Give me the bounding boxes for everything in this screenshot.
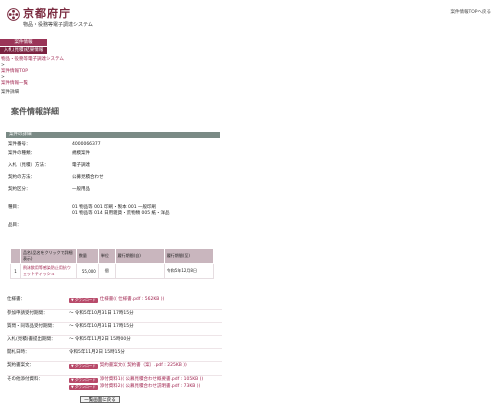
species-value: 01 物品等 014 日用雑貨・荒物類 005 紙・洋品 bbox=[72, 211, 170, 216]
deadline-value: 令和5年11月2日 15時15分 bbox=[69, 350, 125, 355]
contract-file-link[interactable]: 契約書案文(( 契約書（案）.pdf : 225KB )) bbox=[100, 363, 187, 369]
detail-label: 契約区分： bbox=[8, 187, 31, 192]
detail-label: 契約の方法： bbox=[8, 175, 35, 180]
detail-row: 契約区分： 一般用品 bbox=[6, 187, 220, 199]
logo-subtitle: 物品・役務等電子調達システム bbox=[23, 22, 93, 28]
deadline-value: ～ 令和5年10月31日 17時15分 bbox=[69, 311, 134, 316]
deadline-label: 参加申請受付期間： bbox=[7, 311, 48, 316]
download-icon: ▼ bbox=[71, 384, 74, 389]
breadcrumb-current: 案件詳細 bbox=[1, 90, 19, 95]
breadcrumb: 物品・役務等電子調達システム > 案件情報TOP > 案件情報一覧 案件詳細 bbox=[1, 57, 64, 96]
breadcrumb-system[interactable]: 物品・役務等電子調達システム bbox=[1, 57, 64, 63]
download-icon: ▼ bbox=[71, 297, 74, 302]
cell-to: 令和5年12月8日 bbox=[163, 263, 215, 279]
item-name-link[interactable]: 飛沫飲用等感染防止用抗ウェットティッシュ bbox=[19, 263, 77, 279]
detail-row: 案件の種類： 規模案件 bbox=[6, 151, 220, 163]
download-button[interactable]: ▼ ダウンロード bbox=[69, 363, 98, 369]
detail-value: 電子調達 bbox=[72, 163, 90, 168]
spec-row: 仕様書： ▼ ダウンロード 仕様書(( 仕様書.pdf : 562KB )) bbox=[7, 296, 222, 310]
download-button[interactable]: ▼ ダウンロード bbox=[69, 384, 98, 390]
detail-label: 種目： bbox=[8, 205, 22, 210]
attachments-row: その他添付資料： ▼ ダウンロード 添付資料1(( 公募見積合わせ概要書.pdf … bbox=[7, 376, 222, 396]
detail-value: 一般用品 bbox=[72, 187, 90, 192]
detail-label: 案件の種類： bbox=[8, 151, 35, 156]
col-header-no bbox=[10, 248, 21, 264]
deadline-label: 入札(見積)書提出期間： bbox=[7, 337, 56, 342]
cell-unit: 個 bbox=[97, 263, 116, 279]
nav-item-projects[interactable]: 案件情報 bbox=[0, 39, 47, 46]
nav-item-results[interactable]: 入札(見積)結果情報 bbox=[0, 47, 47, 54]
detail-row: 案件番号： 4000066377 bbox=[6, 142, 220, 151]
col-header-qty: 数量 bbox=[75, 248, 99, 264]
deadline-value: ～ 令和5年11月2日 15時00分 bbox=[69, 337, 131, 342]
contract-row: 契約書案文： ▼ ダウンロード 契約書案文(( 契約書（案）.pdf : 225K… bbox=[7, 362, 222, 376]
detail-value: 公募見積合わせ bbox=[72, 175, 104, 180]
col-header-from: 履行期間(自) bbox=[114, 248, 165, 264]
detail-row: 入札（見積）方法： 電子調達 bbox=[6, 163, 220, 175]
detail-row: 契約の方法： 公募見積合わせ bbox=[6, 175, 220, 187]
detail-label: 案件番号： bbox=[8, 142, 31, 147]
attachment-file-link[interactable]: 添付資料1(( 公募見積合わせ概要書.pdf : 105KB )) bbox=[100, 377, 203, 383]
cell-qty: 55,000 bbox=[75, 263, 99, 279]
detail-label: 入札（見積）方法： bbox=[8, 163, 49, 168]
section-header: 案件の詳細 bbox=[6, 132, 220, 138]
deadline-row: 開札日時： 令和5年11月2日 15時15分 bbox=[7, 349, 222, 362]
col-header-to: 履行期間(至) bbox=[163, 248, 215, 264]
cell-no: 1 bbox=[10, 263, 21, 279]
col-header-name: 品名(品名をクリックで詳細表示) bbox=[19, 248, 77, 264]
deadline-row: 入札(見積)書提出期間： ～ 令和5年11月2日 15時00分 bbox=[7, 336, 222, 349]
spec-label: 仕様書： bbox=[7, 297, 25, 302]
table-header-row: 品名(品名をクリックで詳細表示) 数量 単位 履行期間(自) 履行期間(至) bbox=[10, 248, 215, 264]
detail-value: 4000066377 bbox=[72, 142, 101, 147]
detail-section: 案件の詳細 案件番号： 4000066377 案件の種類： 規模案件 入札（見積… bbox=[6, 132, 220, 229]
table-row: 1 飛沫飲用等感染防止用抗ウェットティッシュ 55,000 個 令和5年12月8… bbox=[10, 263, 215, 279]
spec-file-link[interactable]: 仕様書(( 仕様書.pdf : 562KB )) bbox=[100, 297, 165, 303]
download-button[interactable]: ▼ ダウンロード bbox=[69, 377, 98, 383]
col-header-unit: 単位 bbox=[97, 248, 116, 264]
attachment-file-link[interactable]: 添付資料2(( 公募見積合わせ説明書.pdf : 73KB )) bbox=[100, 384, 201, 390]
detail-value: 規模案件 bbox=[72, 151, 90, 156]
detail-row-items: 品目： bbox=[6, 223, 220, 229]
breadcrumb-list[interactable]: 案件情報一覧 bbox=[1, 81, 64, 87]
detail-row-species: 種目： 01 物品等 001 印刷・製本 001 一般印刷 01 物品等 014… bbox=[6, 205, 220, 220]
deadline-row: 質問・同等品受付期間： ～ 令和5年10月31日 17時15分 bbox=[7, 323, 222, 336]
kyoto-crest-icon bbox=[7, 8, 20, 21]
deadline-label: 質問・同等品受付期間： bbox=[7, 324, 57, 329]
items-table: 品名(品名をクリックで詳細表示) 数量 単位 履行期間(自) 履行期間(至) 1… bbox=[10, 248, 215, 279]
deadline-label: 開札日時： bbox=[7, 350, 30, 355]
back-to-list-button[interactable]: 一覧画面に戻る bbox=[80, 396, 120, 403]
main-nav: 案件情報 入札(見積)結果情報 bbox=[0, 39, 47, 55]
download-icon: ▼ bbox=[71, 377, 74, 382]
contract-label: 契約書案文： bbox=[7, 363, 34, 368]
page-title: 案件情報詳細 bbox=[11, 107, 59, 116]
schedule-section: 仕様書： ▼ ダウンロード 仕様書(( 仕様書.pdf : 562KB )) 参加… bbox=[7, 296, 222, 396]
logo-title: 京都府庁 bbox=[23, 7, 71, 20]
deadline-value: ～ 令和5年10月31日 17時15分 bbox=[69, 324, 134, 329]
download-button[interactable]: ▼ ダウンロード bbox=[69, 297, 98, 303]
deadline-row: 参加申請受付期間： ～ 令和5年10月31日 17時15分 bbox=[7, 310, 222, 323]
download-icon: ▼ bbox=[71, 363, 74, 368]
cell-from bbox=[114, 263, 165, 279]
back-to-top-link[interactable]: 案件情報TOPへ戻る bbox=[450, 9, 491, 15]
attachments-label: その他添付資料： bbox=[7, 377, 43, 382]
detail-label: 品目： bbox=[8, 223, 22, 228]
site-logo: 京都府庁 物品・役務等電子調達システム bbox=[7, 8, 93, 28]
